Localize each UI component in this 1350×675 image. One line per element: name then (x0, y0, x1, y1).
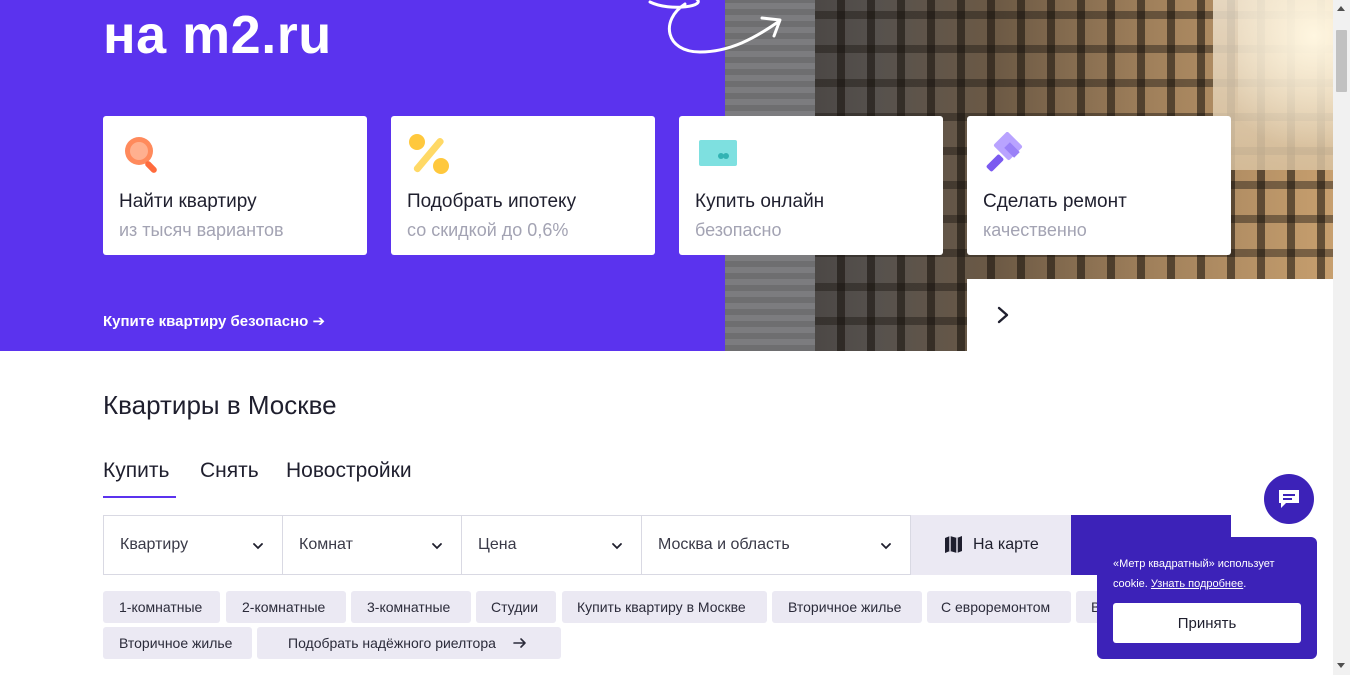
feature-card-renovation[interactable]: Сделать ремонт качественно (967, 116, 1231, 255)
chat-icon (1279, 490, 1299, 508)
map-button-label: На карте (973, 536, 1039, 553)
search-icon (125, 137, 157, 173)
scroll-up-icon[interactable] (1337, 6, 1345, 11)
active-tab-indicator (103, 496, 176, 498)
price-select[interactable]: Цена (461, 515, 642, 575)
buy-safely-link[interactable]: Купите квартиру безопасно ➔ (103, 312, 325, 330)
chip-label: Вторичное жилье (119, 635, 233, 651)
chip-2-room[interactable]: 2-комнатные (226, 591, 346, 623)
map-button[interactable]: На карте (911, 515, 1071, 575)
feature-subtitle: из тысяч вариантов (119, 220, 284, 240)
chip-label: Вторичное жилье (788, 599, 902, 615)
chip-label: С евроремонтом (941, 599, 1051, 615)
tab-buy[interactable]: Купить (103, 459, 169, 483)
tab-rent[interactable]: Снять (200, 459, 259, 483)
select-value: Квартиру (120, 536, 189, 553)
tab-new-buildings[interactable]: Новостройки (286, 459, 412, 483)
percent-icon (409, 134, 449, 174)
chip-secondary[interactable]: Вторичное жилье (772, 591, 922, 623)
chip-studios[interactable]: Студии (476, 591, 556, 623)
rooms-select[interactable]: Комнат (282, 515, 462, 575)
chip-buy-moscow[interactable]: Купить квартиру в Москве (562, 591, 767, 623)
chip-secondary-2[interactable]: Вторичное жилье (103, 627, 252, 659)
feature-card-find-flat[interactable]: Найти квартиру из тысяч вариантов (103, 116, 367, 255)
chevron-down-icon (253, 543, 263, 550)
chip-label: 1-комнатные (119, 599, 203, 615)
property-type-select[interactable]: Квартиру (103, 515, 283, 575)
hero-title: на m2.ru (103, 5, 332, 65)
page-scrollbar[interactable] (1333, 0, 1350, 675)
feature-subtitle: безопасно (695, 220, 782, 240)
cookie-learn-more-link[interactable]: Узнать подробнее (1151, 578, 1243, 590)
select-value: Цена (478, 536, 517, 553)
chevron-down-icon (432, 543, 442, 550)
chip-1-room[interactable]: 1-комнатные (103, 591, 220, 623)
feature-card-buy-online[interactable]: Купить онлайн безопасно (679, 116, 943, 255)
chevron-down-icon (881, 543, 891, 550)
chevron-right-icon[interactable] (993, 304, 1013, 326)
map-icon (945, 536, 962, 553)
cookie-accept-button[interactable]: Принять (1113, 603, 1301, 643)
feature-title: Подобрать ипотеку (407, 191, 577, 212)
squiggle-arrow-icon (648, 0, 782, 54)
chip-label: Купить квартиру в Москве (577, 599, 746, 615)
feature-subtitle: со скидкой до 0,6% (407, 220, 569, 240)
feature-title: Купить онлайн (695, 191, 825, 212)
cookie-banner: «Метр квадратный» использует cookie. Узн… (1097, 537, 1317, 659)
cookie-text-block: «Метр квадратный» использует cookie. Узн… (1113, 554, 1308, 594)
scrollbar-thumb[interactable] (1336, 30, 1347, 92)
chevron-down-icon (612, 543, 622, 550)
chip-label: 2-комнатные (242, 599, 326, 615)
section-title: Квартиры в Москве (103, 390, 337, 420)
scroll-down-icon[interactable] (1337, 663, 1345, 668)
sun-glow (1238, 0, 1333, 180)
select-value: Комнат (299, 536, 353, 553)
chip-label: Подобрать надёжного риелтора (288, 635, 496, 651)
chat-button[interactable] (1264, 474, 1314, 524)
chip-euro-renovation[interactable]: С евроремонтом (927, 591, 1071, 623)
carousel-nav-box (967, 279, 1333, 351)
select-value: Москва и область (658, 536, 790, 553)
region-select[interactable]: Москва и область (641, 515, 911, 575)
feature-title: Найти квартиру (119, 191, 257, 212)
chip-label: Студии (491, 599, 539, 615)
chip-label: 3-комнатные (367, 599, 451, 615)
chip-3-room[interactable]: 3-комнатные (351, 591, 471, 623)
card-icon (699, 140, 737, 166)
paint-roller-icon (986, 132, 1023, 172)
chip-find-realtor[interactable]: Подобрать надёжного риелтора (257, 627, 561, 659)
arrow-right-icon (513, 638, 526, 648)
feature-subtitle: качественно (983, 220, 1087, 240)
feature-title: Сделать ремонт (983, 191, 1127, 212)
feature-card-mortgage[interactable]: Подобрать ипотеку со скидкой до 0,6% (391, 116, 655, 255)
cookie-text-dot: . (1243, 578, 1247, 590)
cookie-accept-label: Принять (1177, 615, 1237, 632)
